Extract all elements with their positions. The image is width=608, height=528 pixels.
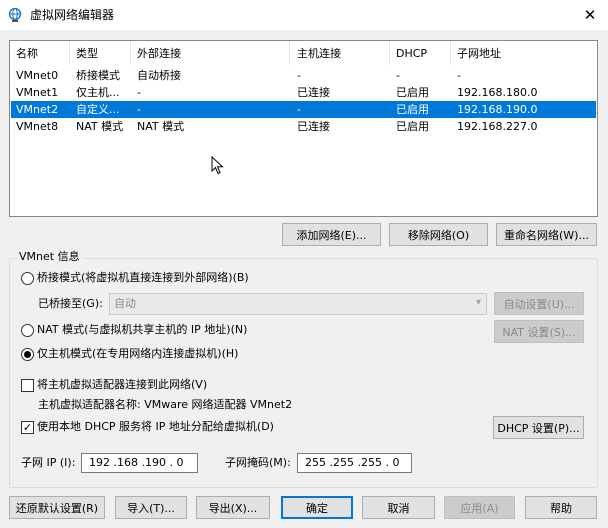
subnet-mask-input[interactable]: 255 .255 .255 . 0 (297, 453, 412, 473)
column-divider (130, 41, 131, 65)
close-icon: ✕ (583, 6, 597, 24)
cell-dhcp: 已启用 (396, 120, 429, 133)
cell-host: 已连接 (297, 120, 330, 133)
column-header-subnet[interactable]: 子网地址 (457, 47, 501, 61)
column-header-external[interactable]: 外部连接 (137, 47, 181, 61)
help-button[interactable]: 帮助 (525, 496, 597, 519)
column-header-name[interactable]: 名称 (16, 47, 38, 61)
cell-subnet: 192.168.190.0 (457, 103, 538, 116)
cell-dhcp: 已启用 (396, 86, 429, 99)
cell-type: 自定义... (76, 103, 120, 116)
dhcp-settings-button[interactable]: DHCP 设置(P)... (493, 416, 584, 439)
vmnet-info-title: VMnet 信息 (16, 250, 83, 264)
bridged-to-select[interactable]: 自动 ▾ (109, 293, 487, 315)
window-title: 虚拟网络编辑器 (30, 8, 115, 22)
table-row[interactable]: VMnet8 NAT 模式 NAT 模式 已连接 已启用 192.168.227… (11, 118, 596, 135)
subnet-mask-label: 子网掩码(M): (225, 456, 291, 469)
cell-subnet: - (457, 69, 461, 82)
nat-mode-radio[interactable] (21, 324, 34, 337)
adapter-name-label: 主机虚拟适配器名称: VMware 网络适配器 VMnet2 (38, 398, 293, 411)
rename-network-button[interactable]: 重命名网络(W)... (496, 223, 597, 246)
table-row-selected[interactable]: VMnet2 自定义... - - 已启用 192.168.190.0 (11, 101, 596, 118)
dhcp-checkbox[interactable]: ✓ (21, 421, 34, 434)
network-globe-icon (8, 7, 22, 22)
cell-type: 桥接模式 (76, 69, 120, 82)
subnet-ip-input[interactable]: 192 .168 .190 . 0 (81, 453, 198, 473)
auto-settings-button[interactable]: 自动设置(U)... (494, 292, 584, 315)
remove-network-button[interactable]: 移除网络(O) (389, 223, 488, 246)
cell-host: - (297, 103, 301, 116)
column-divider (289, 41, 290, 65)
cell-name: VMnet1 (16, 86, 59, 99)
cell-external: NAT 模式 (137, 120, 185, 133)
bridged-mode-radio[interactable] (21, 272, 34, 285)
table-row[interactable]: VMnet1 仅主机... - 已连接 已启用 192.168.180.0 (11, 84, 596, 101)
subnet-ip-label: 子网 IP (I): (21, 456, 76, 469)
cell-host: 已连接 (297, 86, 330, 99)
close-button[interactable]: ✕ (572, 0, 608, 30)
cell-name: VMnet2 (16, 103, 59, 116)
cell-host: - (297, 69, 301, 82)
cell-subnet: 192.168.180.0 (457, 86, 538, 99)
chevron-down-icon: ▾ (475, 297, 481, 308)
cell-external: - (137, 86, 141, 99)
dhcp-label[interactable]: 使用本地 DHCP 服务将 IP 地址分配给虚拟机(D) (37, 420, 274, 434)
mouse-cursor-icon (211, 156, 224, 175)
bridged-to-label: 已桥接至(G): (38, 297, 103, 310)
cell-name: VMnet0 (16, 69, 59, 82)
cell-type: NAT 模式 (76, 120, 124, 133)
bridged-mode-label[interactable]: 桥接模式(将虚拟机直接连接到外部网络)(B) (37, 271, 249, 285)
column-header-host[interactable]: 主机连接 (297, 47, 341, 61)
cell-type: 仅主机... (76, 86, 120, 99)
cell-dhcp: 已启用 (396, 103, 429, 116)
cell-subnet: 192.168.227.0 (457, 120, 538, 133)
hostonly-mode-label[interactable]: 仅主机模式(在专用网络内连接虚拟机)(H) (37, 347, 238, 361)
bridged-to-value: 自动 (114, 297, 136, 310)
cancel-button[interactable]: 取消 (362, 496, 435, 519)
cell-name: VMnet8 (16, 120, 59, 133)
restore-defaults-button[interactable]: 还原默认设置(R) (9, 496, 105, 519)
add-network-button[interactable]: 添加网络(E)... (282, 223, 381, 246)
connect-adapter-checkbox[interactable] (21, 379, 34, 392)
column-header-dhcp[interactable]: DHCP (396, 47, 427, 61)
nat-mode-label[interactable]: NAT 模式(与虚拟机共享主机的 IP 地址)(N) (37, 323, 247, 337)
column-divider (450, 41, 451, 65)
export-button[interactable]: 导出(X)... (196, 496, 270, 519)
checkmark-icon: ✓ (22, 421, 33, 434)
nat-settings-button[interactable]: NAT 设置(S)... (494, 320, 584, 343)
network-list[interactable]: 名称 类型 外部连接 主机连接 DHCP 子网地址 VMnet0 桥接模式 自动… (9, 40, 598, 217)
cell-external: - (137, 103, 141, 116)
column-header-type[interactable]: 类型 (76, 47, 98, 61)
table-row[interactable]: VMnet0 桥接模式 自动桥接 - - - (11, 67, 596, 84)
import-button[interactable]: 导入(T)... (115, 496, 187, 519)
apply-button[interactable]: 应用(A) (444, 496, 515, 519)
column-divider (69, 41, 70, 65)
ok-button[interactable]: 确定 (281, 496, 353, 519)
cell-dhcp: - (396, 69, 400, 82)
cell-external: 自动桥接 (137, 69, 181, 82)
connect-adapter-label[interactable]: 将主机虚拟适配器连接到此网络(V) (37, 378, 207, 392)
hostonly-mode-radio[interactable] (21, 348, 34, 361)
column-divider (389, 41, 390, 65)
